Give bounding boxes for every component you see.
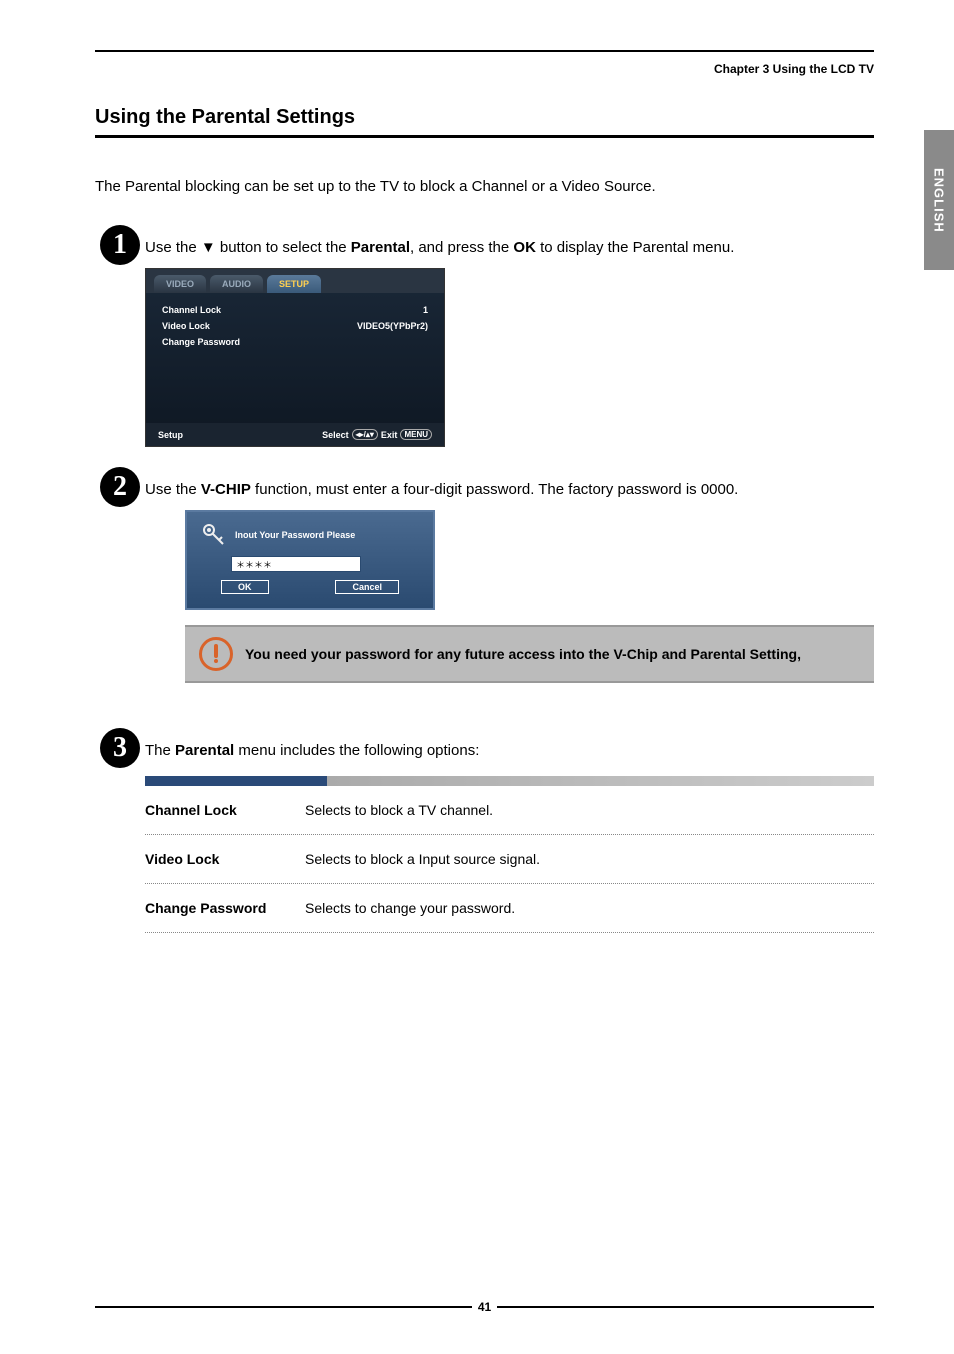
option-name: Channel Lock	[145, 802, 305, 818]
step-2: 2 Use the V-CHIP function, must enter a …	[95, 467, 874, 708]
osd-row: Video Lock VIDEO5(YPbPr2)	[162, 321, 428, 331]
option-desc: Selects to block a Input source signal.	[305, 851, 874, 867]
option-desc: Selects to change your password.	[305, 900, 874, 916]
warning-icon	[199, 637, 233, 671]
osd-row: Channel Lock 1	[162, 305, 428, 315]
intro-text: The Parental blocking can be set up to t…	[95, 178, 874, 195]
step-1-text: Use the ▼ button to select the Parental,…	[145, 237, 874, 258]
osd-footer-exit-key-icon: MENU	[400, 429, 432, 440]
step-3-text: The Parental menu includes the following…	[145, 740, 874, 761]
step-2-badge: 2	[95, 467, 145, 507]
section-rule	[95, 135, 874, 138]
options-table: Channel Lock Selects to block a TV chann…	[145, 776, 874, 933]
step-1: 1 Use the ▼ button to select the Parenta…	[95, 225, 874, 447]
osd-setup-screenshot: VIDEO AUDIO SETUP Channel Lock 1 Video L…	[145, 268, 445, 447]
osd-row-value: 1	[423, 305, 428, 315]
top-rule	[95, 50, 874, 52]
osd-tab-setup: SETUP	[267, 275, 321, 293]
footer-rule	[95, 1306, 472, 1308]
osd-footer: Setup Select ◂▸/▴▾ Exit MENU	[146, 423, 444, 446]
table-row: Change Password Selects to change your p…	[145, 884, 874, 933]
step-2-text: Use the V-CHIP function, must enter a fo…	[145, 479, 874, 500]
warning-text: You need your password for any future ac…	[245, 645, 801, 663]
osd-footer-select: Select	[322, 430, 349, 440]
osd-row: Change Password	[162, 337, 428, 347]
table-row: Channel Lock Selects to block a TV chann…	[145, 786, 874, 835]
osd-body: Channel Lock 1 Video Lock VIDEO5(YPbPr2)…	[146, 293, 444, 423]
password-ok-button: OK	[221, 580, 269, 594]
table-row: Video Lock Selects to block a Input sour…	[145, 835, 874, 884]
language-tab: ENGLISH	[924, 130, 954, 270]
osd-footer-select-keys-icon: ◂▸/▴▾	[352, 429, 378, 440]
password-dialog: Inout Your Password Please ＊＊＊＊ OK Cance…	[185, 510, 435, 610]
section-title: Using the Parental Settings	[95, 106, 874, 129]
osd-footer-left: Setup	[158, 430, 183, 440]
password-input: ＊＊＊＊	[231, 556, 361, 572]
footer-rule	[497, 1306, 874, 1308]
step-number-icon: 3	[100, 728, 140, 768]
step-number-icon: 1	[100, 225, 140, 265]
osd-tab-bar: VIDEO AUDIO SETUP	[146, 269, 444, 293]
options-table-header-bar	[145, 776, 874, 786]
password-cancel-button: Cancel	[335, 580, 399, 594]
page-number: 41	[472, 1300, 497, 1314]
step-3: 3 The Parental menu includes the followi…	[95, 728, 874, 933]
lock-key-icon	[201, 522, 227, 548]
step-1-badge: 1	[95, 225, 145, 265]
osd-footer-exit: Exit	[381, 430, 398, 440]
step-3-badge: 3	[95, 728, 145, 768]
osd-row-label: Change Password	[162, 337, 240, 347]
option-name: Change Password	[145, 900, 305, 916]
step-number-icon: 2	[100, 467, 140, 507]
option-desc: Selects to block a TV channel.	[305, 802, 874, 818]
warning-note: You need your password for any future ac…	[185, 625, 874, 683]
osd-tab-audio: AUDIO	[210, 275, 263, 293]
password-dialog-title: Inout Your Password Please	[235, 530, 355, 540]
osd-row-value: VIDEO5(YPbPr2)	[357, 321, 428, 331]
osd-row-label: Channel Lock	[162, 305, 221, 315]
osd-row-label: Video Lock	[162, 321, 210, 331]
osd-tab-video: VIDEO	[154, 275, 206, 293]
chapter-header: Chapter 3 Using the LCD TV	[95, 62, 874, 76]
option-name: Video Lock	[145, 851, 305, 867]
page-footer: 41	[95, 1300, 874, 1314]
